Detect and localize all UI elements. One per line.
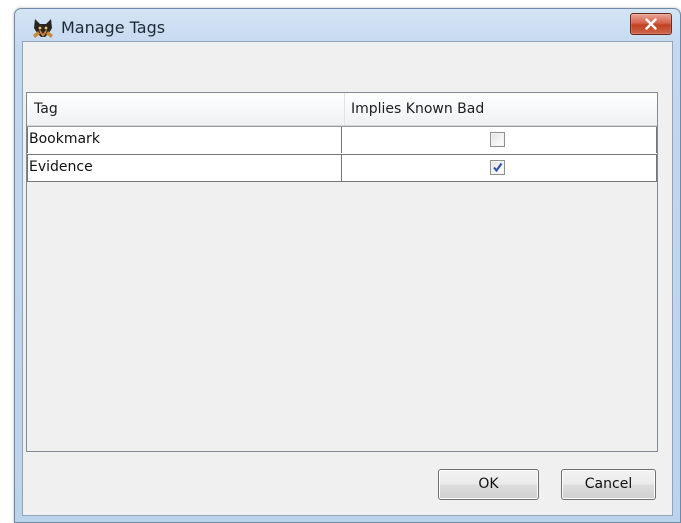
table-body: Bookmark Evidence	[27, 126, 657, 182]
column-header-tag[interactable]: Tag	[27, 93, 345, 125]
close-x-icon	[645, 18, 657, 30]
implies-known-bad-cell	[342, 127, 657, 153]
window-title: Manage Tags	[61, 18, 166, 37]
checkmark-icon	[493, 162, 503, 173]
table-row[interactable]: Evidence	[27, 154, 657, 182]
title-bar[interactable]: Manage Tags	[15, 9, 680, 41]
tag-cell[interactable]: Evidence	[27, 155, 342, 181]
close-button[interactable]	[630, 13, 672, 35]
tags-table: Tag Implies Known Bad Bookmark Evidence	[26, 92, 658, 452]
implies-known-bad-checkbox[interactable]	[490, 160, 505, 175]
implies-known-bad-checkbox[interactable]	[490, 132, 505, 147]
table-row[interactable]: Bookmark	[27, 126, 657, 154]
dog-head-icon	[31, 17, 55, 39]
dialog-content: Tag Implies Known Bad Bookmark Evidence	[22, 41, 673, 516]
tag-cell[interactable]: Bookmark	[27, 127, 342, 153]
cancel-button[interactable]: Cancel	[561, 469, 656, 500]
table-header: Tag Implies Known Bad	[27, 93, 657, 126]
manage-tags-dialog: Manage Tags Tag Implies Known Bad Bookma…	[14, 8, 681, 523]
ok-button[interactable]: OK	[438, 469, 539, 500]
column-header-implies-known-bad[interactable]: Implies Known Bad	[345, 93, 657, 125]
implies-known-bad-cell	[342, 155, 657, 181]
desktop-background	[0, 0, 14, 523]
